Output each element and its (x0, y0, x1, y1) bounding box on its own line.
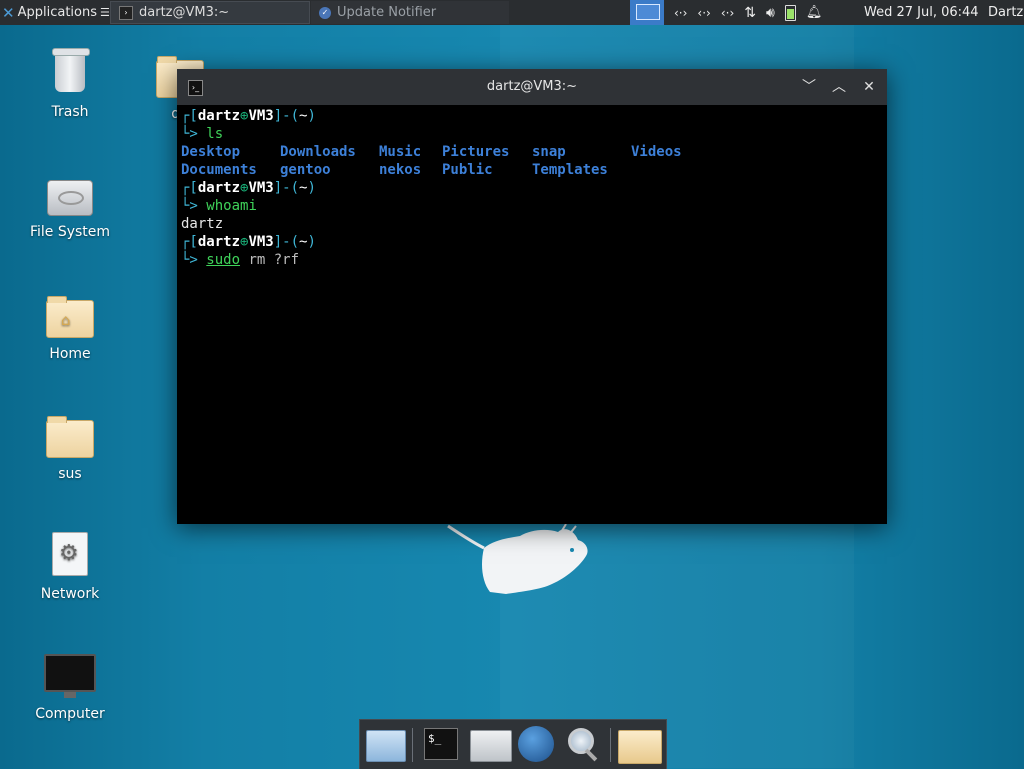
desktop-icon-label: Network (40, 586, 100, 602)
home-files-icon[interactable] (470, 730, 512, 762)
directory-entry: gentoo (280, 162, 331, 178)
command-output: dartz (181, 216, 224, 232)
workspace-1[interactable] (636, 4, 660, 20)
desktop-icon-file-system[interactable]: File System (20, 180, 120, 240)
dock-separator (610, 728, 611, 762)
directory-entry: Templates (532, 162, 608, 178)
directory-entry: snap (532, 144, 566, 160)
directory-entry: Downloads (280, 144, 356, 160)
terminal-titlebar[interactable]: ›_ dartz@VM3:~ ﹀ ︿ ✕ (177, 69, 887, 105)
top-panel: ✕ Applications ☰ › dartz@VM3:~ ✓ Update … (0, 0, 1024, 25)
magnifier-handle (584, 748, 598, 762)
terminal-icon: › (119, 5, 133, 20)
volume-icon[interactable]: 🔊︎ (766, 5, 775, 21)
desktop-icon-label: Home (49, 346, 91, 362)
desktop-icon-computer[interactable]: Computer (20, 654, 120, 722)
clock[interactable]: Wed 27 Jul, 06:44 (864, 0, 979, 25)
system-tray: ‹·› ‹·› ‹·› ⇅ 🔊︎ 🔔︎ (674, 0, 822, 25)
directory-entry: Pictures (442, 144, 510, 160)
command-args: rm ?rf (248, 252, 300, 268)
search-icon[interactable] (566, 726, 600, 764)
taskbar-button-update-notifier[interactable]: ✓ Update Notifier (311, 1, 509, 24)
command: sudo (206, 252, 241, 268)
web-browser-icon[interactable] (518, 726, 554, 762)
desktop-icon-label: File System (29, 224, 111, 240)
desktop-icon-home[interactable]: ⌂ Home (20, 296, 120, 362)
directory-entry: Desktop (181, 144, 241, 160)
prompt-line: ┌[dartz⊕VM3]-(~) (181, 234, 316, 250)
menu-icon: ☰ (100, 6, 110, 19)
desktop-icon-sus[interactable]: sus (20, 416, 120, 482)
prompt-line: ┌[dartz⊕VM3]-(~) (181, 108, 316, 124)
ls-output-row: Desktop Downloads Music Pictures snap Videos (181, 143, 883, 161)
prompt-host: VM3 (248, 180, 274, 196)
network-icon[interactable]: ‹·› (697, 6, 710, 20)
workspace-switcher[interactable] (630, 0, 664, 25)
prompt-user: dartz (197, 234, 241, 250)
prompt-line: ┌[dartz⊕VM3]-(~) (181, 180, 316, 196)
prompt-host: VM3 (248, 234, 274, 250)
directory-entry: Videos (631, 144, 682, 160)
minimize-button[interactable]: ﹀ (799, 77, 819, 97)
desktop-icon-network[interactable]: ⚙ Network (20, 532, 120, 602)
dock: $_ (359, 719, 667, 769)
show-desktop-icon[interactable] (366, 730, 406, 762)
command-line: └> ls (181, 126, 224, 142)
directory-entry: Documents (181, 162, 257, 178)
window-title: dartz@VM3:~ (486, 79, 578, 94)
shield-icon: ✓ (319, 6, 331, 19)
taskbar-label: dartz@VM3:~ (139, 5, 230, 20)
taskbar-button-terminal[interactable]: › dartz@VM3:~ (110, 1, 310, 24)
terminal-output[interactable]: ┌[dartz⊕VM3]-(~) └> ls Desktop Downloads M… (181, 107, 883, 524)
command-line: └> whoami (181, 198, 257, 214)
applications-label: Applications (17, 5, 97, 20)
command: whoami (206, 198, 257, 214)
command: ls (206, 126, 224, 142)
monitor-icon (44, 654, 96, 698)
trash-icon (52, 48, 90, 92)
home-icon: ⌂ (61, 311, 71, 329)
folder-icon (46, 416, 94, 458)
folder-icon[interactable] (618, 730, 662, 764)
terminal-icon[interactable]: $_ (424, 728, 458, 760)
prompt-user: dartz (197, 108, 241, 124)
ls-output-row: Documents gentoo nekos Public Templates (181, 161, 883, 179)
gear-icon: ⚙ (59, 541, 79, 566)
magnifier-lens (568, 728, 594, 754)
directory-entry: Public (442, 162, 493, 178)
notification-bell-icon[interactable]: 🔔︎ (806, 5, 823, 20)
network-icon[interactable]: ‹·› (674, 6, 687, 20)
taskbar-label: Update Notifier (337, 5, 437, 20)
close-button[interactable]: ✕ (859, 77, 879, 97)
desktop-icon-label: Computer (35, 706, 105, 722)
applications-menu[interactable]: ✕ Applications ☰ (2, 0, 110, 25)
desktop-icon-label: Trash (51, 104, 89, 120)
battery-icon[interactable] (784, 4, 796, 21)
transfer-icon[interactable]: ⇅ (744, 5, 756, 21)
maximize-button[interactable]: ︿ (829, 77, 849, 97)
network-gear-icon: ⚙ (52, 532, 88, 576)
desktop-icon-trash[interactable]: Trash (20, 48, 120, 120)
directory-entry: Music (379, 144, 422, 160)
prompt-user: dartz (197, 180, 241, 196)
terminal-window[interactable]: ›_ dartz@VM3:~ ﹀ ︿ ✕ ┌[dartz⊕VM3]-(~) └>… (177, 69, 887, 524)
terminal-glyph: $_ (428, 732, 442, 745)
xfce-mouse-logo (447, 523, 588, 594)
user-menu[interactable]: Dartz (988, 0, 1023, 25)
home-folder-icon: ⌂ (46, 296, 94, 338)
network-icon[interactable]: ‹·› (721, 6, 734, 20)
dock-separator (412, 728, 413, 762)
directory-entry: nekos (379, 162, 422, 178)
desktop-icon-label: sus (58, 466, 82, 482)
xfce-logo-icon: ✕ (2, 3, 15, 22)
prompt-host: VM3 (248, 108, 274, 124)
command-line: └> sudo rm ?rf (181, 252, 300, 268)
drive-icon (47, 180, 93, 216)
